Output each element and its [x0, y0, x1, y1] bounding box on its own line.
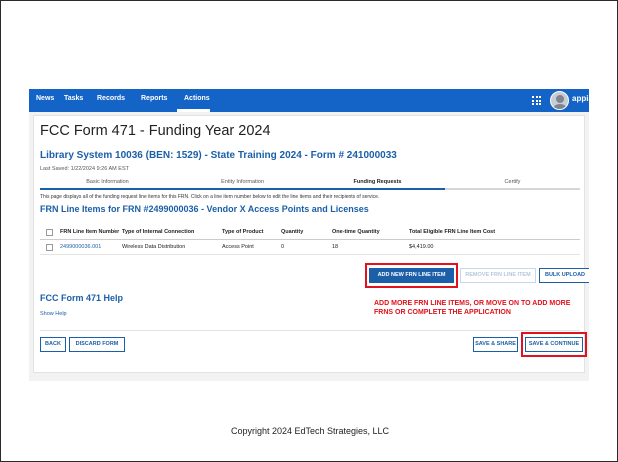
sort-arrow-down-icon[interactable]: ↓: [113, 228, 116, 234]
column-header: One-time Quantity: [332, 229, 380, 235]
nav-item-tasks[interactable]: Tasks: [64, 95, 83, 102]
column-header[interactable]: FRN Line Item Number: [60, 229, 119, 235]
nav-item-news[interactable]: News: [36, 95, 54, 102]
table-cell: Access Point: [222, 244, 254, 250]
table-cell: 18: [332, 244, 339, 250]
copyright-text: Copyright 2024 EdTech Strategies, LLC: [230, 426, 390, 436]
footer-divider: [40, 330, 580, 331]
help-section-title: FCC Form 471 Help: [40, 293, 124, 303]
form-card: FCC Form 471 - Funding Year 2024 Library…: [33, 115, 589, 373]
row-checkbox[interactable]: [46, 244, 53, 251]
table-cell: Wireless Data Distribution: [122, 244, 186, 250]
show-help-link[interactable]: Show Help: [40, 311, 67, 317]
instruction-annotation: ADD MORE FRN LINE ITEMS, OR MOVE ON TO A…: [374, 300, 571, 316]
column-header: Type of Internal Connection: [122, 229, 195, 235]
step-basic-information: Basic Information: [86, 179, 129, 185]
back-button[interactable]: BACK: [40, 337, 66, 352]
select-all-checkbox[interactable]: [46, 229, 53, 236]
table-cell: $4,419.00: [409, 244, 434, 250]
bulk-upload-button[interactable]: BULK UPLOAD: [539, 268, 589, 283]
frn-line-items-table: FRN Line Item Number ↓ Type of Internal …: [40, 225, 580, 255]
app-launcher-grid-icon[interactable]: [532, 96, 541, 105]
page-description: This page displays all of the funding re…: [40, 194, 380, 200]
table-cell: 0: [281, 244, 285, 250]
app-window: News Tasks Records Reports Actions appia…: [29, 89, 589, 381]
last-saved-timestamp: Last Saved: 1/22/2024 9:26 AM EST: [40, 166, 129, 172]
remove-frn-line-item-button[interactable]: REMOVE FRN LINE ITEM: [460, 268, 536, 283]
page-title: FCC Form 471 - Funding Year 2024: [40, 123, 271, 139]
step-entity-information: Entity Information: [221, 179, 264, 185]
step-funding-requests: Funding Requests: [353, 179, 402, 185]
column-header: Type of Product: [222, 229, 264, 235]
top-nav-bar: News Tasks Records Reports Actions appia…: [29, 89, 589, 112]
section-title: FRN Line Items for FRN #2499000036 - Ven…: [40, 204, 369, 214]
step-certify: Certify: [504, 179, 521, 185]
nav-item-reports[interactable]: Reports: [141, 95, 167, 102]
form-subtitle: Library System 10036 (BEN: 1529) - State…: [40, 150, 397, 161]
nav-item-actions[interactable]: Actions: [184, 95, 210, 102]
save-and-share-button[interactable]: SAVE & SHARE: [473, 337, 518, 352]
column-header: Quantity: [281, 229, 304, 235]
table-header-row: FRN Line Item Number ↓ Type of Internal …: [40, 225, 580, 240]
save-and-continue-button[interactable]: SAVE & CONTINUE: [525, 337, 583, 352]
discard-form-button[interactable]: DISCARD FORM: [69, 337, 125, 352]
progress-fill: [40, 188, 445, 190]
progress-steps: Basic Information Entity Information Fun…: [40, 179, 580, 193]
active-tab-indicator: [177, 109, 210, 112]
appian-logo: appian: [572, 94, 589, 103]
user-avatar-icon[interactable]: [550, 91, 569, 110]
line-item-number-link[interactable]: 2499000036.001: [60, 244, 101, 250]
nav-item-records[interactable]: Records: [97, 95, 125, 102]
table-row: 2499000036.001 Wireless Data Distributio…: [40, 240, 580, 255]
column-header: Total Eligible FRN Line Item Cost: [409, 229, 496, 235]
add-frn-line-item-button[interactable]: ADD NEW FRN LINE ITEM: [369, 268, 454, 283]
